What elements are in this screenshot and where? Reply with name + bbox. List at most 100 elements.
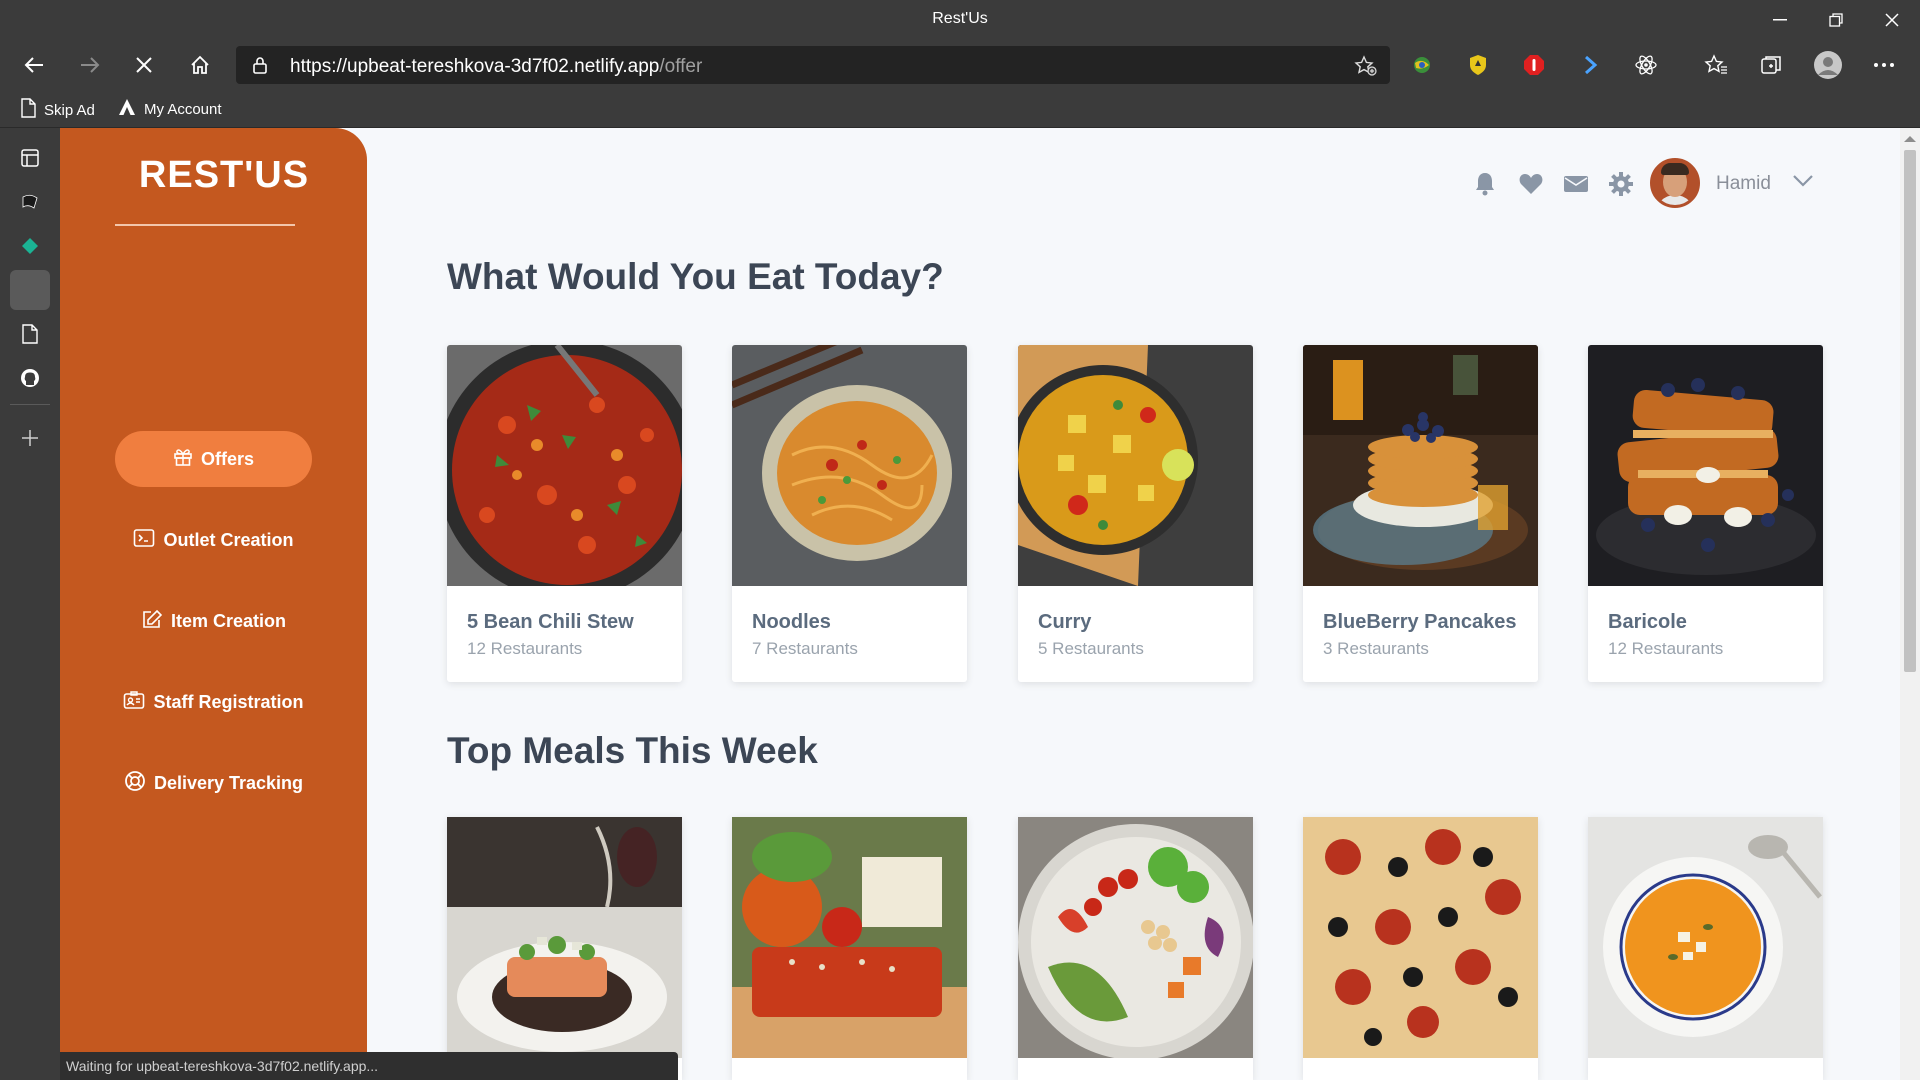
food-name: 5 Bean Chili Stew (467, 611, 634, 633)
meal-card[interactable] (447, 817, 682, 1080)
window-title: Rest'Us (932, 10, 988, 27)
section-title-today: What Would You Eat Today? (447, 256, 944, 297)
food-card[interactable]: 5 Bean Chili Stew 12 Restaurants (447, 345, 682, 682)
meal-card[interactable] (732, 817, 967, 1080)
heart-icon[interactable] (1515, 168, 1547, 200)
window-titlebar: Rest'Us (0, 0, 1920, 40)
restore-icon[interactable] (1808, 0, 1864, 40)
document-icon[interactable] (10, 314, 50, 354)
food-card[interactable]: Noodles 7 Restaurants (732, 345, 967, 682)
restaurant-count: 12 Restaurants (1608, 639, 1724, 658)
meal-image (1018, 817, 1253, 1058)
avatar[interactable] (1650, 158, 1700, 208)
menu-item-item-creation[interactable]: Item Creation (115, 593, 312, 649)
food-name: BlueBerry Pancakes (1323, 611, 1517, 633)
bookmark-label: My Account (144, 100, 222, 118)
menu-item-outlet-creation[interactable]: Outlet Creation (115, 512, 312, 568)
section-title-top-meals: Top Meals This Week (447, 730, 818, 771)
id-card-icon (123, 690, 145, 715)
address-bar[interactable]: https://upbeat-tereshkova-3d7f02.netlify… (236, 46, 1390, 84)
meal-card[interactable] (1588, 817, 1823, 1080)
url-text[interactable]: https://upbeat-tereshkova-3d7f02.netlify… (290, 56, 702, 78)
food-image (1303, 345, 1538, 586)
food-image (447, 345, 682, 586)
menu-item-label: Item Creation (170, 610, 287, 631)
food-name: Noodles (752, 611, 831, 633)
scroll-up-arrow-icon[interactable] (1904, 136, 1916, 142)
close-icon[interactable] (1864, 0, 1920, 40)
chevron-right-icon[interactable] (1570, 46, 1610, 84)
food-name: Baricole (1608, 611, 1687, 633)
react-devtools-icon[interactable] (1626, 46, 1666, 84)
chevron-down-icon[interactable] (1792, 174, 1814, 193)
scroll-thumb[interactable] (1904, 150, 1916, 672)
favorites-icon[interactable] (1696, 46, 1736, 84)
gear-icon[interactable] (1605, 168, 1637, 200)
brand-logo[interactable]: REST'US (104, 154, 344, 197)
edit-icon (141, 609, 163, 634)
meal-card[interactable] (1018, 817, 1253, 1080)
menu-item-label: Staff Registration (153, 691, 304, 712)
stop-loading-icon[interactable] (124, 46, 164, 84)
diamond-icon[interactable] (10, 226, 50, 266)
page-icon (20, 98, 36, 122)
terminal-icon (133, 528, 155, 553)
github-icon[interactable] (10, 358, 50, 398)
browser-side-strip (0, 128, 60, 1080)
browser-status-bar: Waiting for upbeat-tereshkova-3d7f02.net… (60, 1052, 678, 1080)
forward-arrow-icon[interactable] (70, 46, 110, 84)
lifebuoy-icon (124, 770, 146, 797)
meal-card[interactable] (1303, 817, 1538, 1080)
meal-image (1303, 817, 1538, 1058)
more-options-icon[interactable] (1864, 46, 1904, 84)
food-image (1588, 345, 1823, 586)
menu-item-label: Outlet Creation (163, 529, 294, 550)
bookmark-skip-ad[interactable]: Skip Ad (20, 98, 95, 122)
app-logo-icon[interactable] (10, 182, 50, 222)
url-path: /offer (659, 56, 703, 77)
meal-image (732, 817, 967, 1058)
food-card[interactable]: Curry 5 Restaurants (1018, 345, 1253, 682)
gift-icon (173, 447, 193, 472)
active-tab-slot[interactable] (10, 270, 50, 310)
menu-item-offers[interactable]: Offers (115, 431, 312, 487)
menu-item-label: Delivery Tracking (153, 772, 304, 793)
url-domain: https://upbeat-tereshkova-3d7f02.netlify… (290, 56, 660, 77)
brand-divider (115, 224, 295, 226)
adblock-icon[interactable] (1514, 46, 1554, 84)
home-icon[interactable] (180, 46, 220, 84)
shield-icon[interactable] (1458, 46, 1498, 84)
lock-icon[interactable] (252, 56, 268, 79)
restaurant-count: 5 Restaurants (1038, 639, 1144, 658)
menu-item-staff-registration[interactable]: Staff Registration (115, 674, 312, 730)
bookmark-my-account[interactable]: My Account (118, 98, 222, 120)
food-card[interactable]: BlueBerry Pancakes 3 Restaurants (1303, 345, 1538, 682)
a-logo-icon (118, 98, 136, 120)
page-content: REST'US Offers Outlet Creation Item Crea… (60, 128, 1900, 1080)
menu-item-delivery-tracking[interactable]: Delivery Tracking (115, 755, 312, 811)
strip-divider (10, 404, 50, 405)
plus-icon[interactable] (10, 418, 50, 458)
meal-image (447, 817, 682, 1058)
restaurant-count: 7 Restaurants (752, 639, 858, 658)
page-scrollbar[interactable] (1900, 128, 1920, 1080)
meal-image (1588, 817, 1823, 1058)
back-arrow-icon[interactable] (14, 46, 54, 84)
restaurant-count: 12 Restaurants (467, 639, 583, 658)
bell-icon[interactable] (1469, 168, 1501, 200)
profile-icon[interactable] (1808, 46, 1848, 84)
food-image (732, 345, 967, 586)
food-card[interactable]: Baricole 12 Restaurants (1588, 345, 1823, 682)
minimize-icon[interactable] (1752, 0, 1808, 40)
bookmark-label: Skip Ad (44, 101, 95, 119)
extension-globe-icon[interactable] (1402, 46, 1442, 84)
tab-preview-icon[interactable] (10, 138, 50, 178)
window-controls (1752, 0, 1920, 40)
envelope-icon[interactable] (1560, 168, 1592, 200)
add-favorite-icon[interactable] (1354, 55, 1378, 82)
bookmarks-bar: Skip Ad My Account (0, 90, 1920, 128)
user-name[interactable]: Hamid (1716, 173, 1771, 195)
browser-toolbar: https://upbeat-tereshkova-3d7f02.netlify… (0, 40, 1920, 90)
app-sidebar: REST'US Offers Outlet Creation Item Crea… (60, 128, 367, 1080)
collections-icon[interactable] (1752, 46, 1792, 84)
